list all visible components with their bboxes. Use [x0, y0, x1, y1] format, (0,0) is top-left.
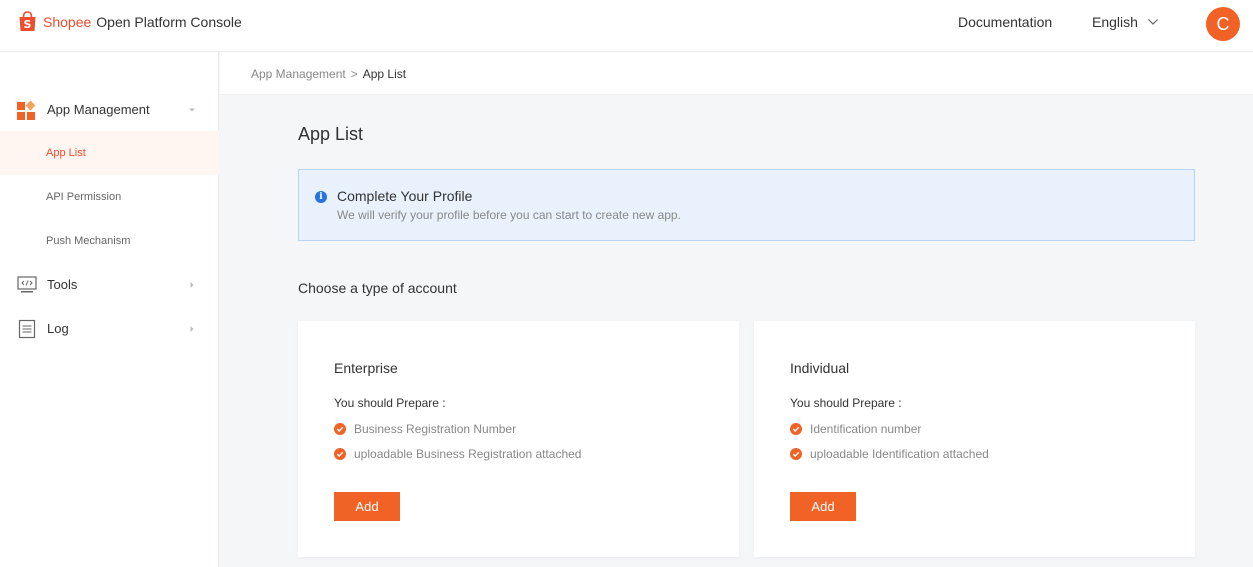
sidebar-group-label: Tools [47, 277, 78, 292]
breadcrumb-bar: App Management > App List [220, 52, 1253, 95]
sidebar-item-label: Push Mechanism [46, 235, 131, 247]
account-card-enterprise: Enterprise You should Prepare : Business… [298, 321, 739, 557]
requirement-text: Identification number [810, 422, 922, 436]
notice-message: We will verify your profile before you c… [337, 208, 681, 222]
user-avatar[interactable]: C [1206, 7, 1240, 41]
breadcrumb: App Management > App List [251, 67, 406, 81]
requirement-item: Business Registration Number [334, 422, 516, 436]
account-card-individual: Individual You should Prepare : Identifi… [754, 321, 1195, 557]
page-title: App List [298, 124, 364, 144]
sidebar-item-label: App List [46, 147, 86, 159]
info-icon: i [315, 191, 327, 203]
brand-name: Shopee [43, 13, 92, 30]
app-grid-icon [17, 100, 36, 120]
breadcrumb-parent[interactable]: App Management [251, 67, 346, 81]
add-enterprise-button[interactable]: Add [334, 492, 400, 521]
requirement-item: Identification number [790, 422, 921, 436]
caret-right-icon [190, 282, 194, 288]
sidebar-item-api-permission[interactable]: API Permission [0, 175, 219, 219]
language-label: English [1092, 14, 1138, 30]
check-circle-icon [790, 448, 802, 460]
breadcrumb-separator: > [350, 67, 358, 81]
sidebar-group-label: Log [47, 321, 69, 336]
section-heading: Choose a type of account [298, 280, 457, 296]
add-individual-button[interactable]: Add [790, 492, 856, 521]
sidebar-group-app-management[interactable]: App Management [0, 98, 219, 122]
card-title: Individual [790, 360, 850, 376]
caret-down-icon [189, 108, 195, 112]
sidebar-group-tools[interactable]: Tools [0, 273, 219, 297]
requirement-text: uploadable Identification attached [810, 447, 989, 461]
requirement-item: uploadable Business Registration attache… [334, 447, 581, 461]
sidebar-item-label: API Permission [46, 191, 122, 203]
svg-text:S: S [24, 18, 32, 31]
language-selector[interactable]: English [1092, 14, 1160, 30]
logo[interactable]: S Shopee Open Platform Console [18, 11, 242, 32]
breadcrumb-current: App List [362, 67, 407, 81]
requirement-item: uploadable Identification attached [790, 447, 989, 461]
notice-title: Complete Your Profile [337, 188, 473, 204]
document-icon [18, 319, 36, 339]
card-title: Enterprise [334, 360, 398, 376]
chevron-down-icon [1147, 19, 1158, 25]
top-header: S Shopee Open Platform Console Documenta… [0, 0, 1253, 52]
sidebar-item-push-mechanism[interactable]: Push Mechanism [0, 219, 219, 263]
requirement-text: uploadable Business Registration attache… [354, 447, 582, 461]
check-circle-icon [334, 423, 346, 435]
card-prepare-label: You should Prepare : [790, 396, 902, 410]
sidebar: App Management App List API Permission P… [0, 52, 219, 567]
product-name: Open Platform Console [96, 13, 242, 30]
sidebar-item-app-list[interactable]: App List [0, 131, 219, 175]
sidebar-group-log[interactable]: Log [0, 317, 219, 341]
documentation-link[interactable]: Documentation [958, 14, 1052, 30]
check-circle-icon [790, 423, 802, 435]
caret-right-icon [190, 326, 194, 332]
shopee-bag-icon: S [18, 11, 37, 32]
requirement-text: Business Registration Number [354, 422, 517, 436]
profile-notice: i Complete Your Profile We will verify y… [298, 169, 1195, 241]
code-monitor-icon [17, 276, 37, 293]
check-circle-icon [334, 448, 346, 460]
card-prepare-label: You should Prepare : [334, 396, 446, 410]
sidebar-group-label: App Management [47, 102, 150, 117]
